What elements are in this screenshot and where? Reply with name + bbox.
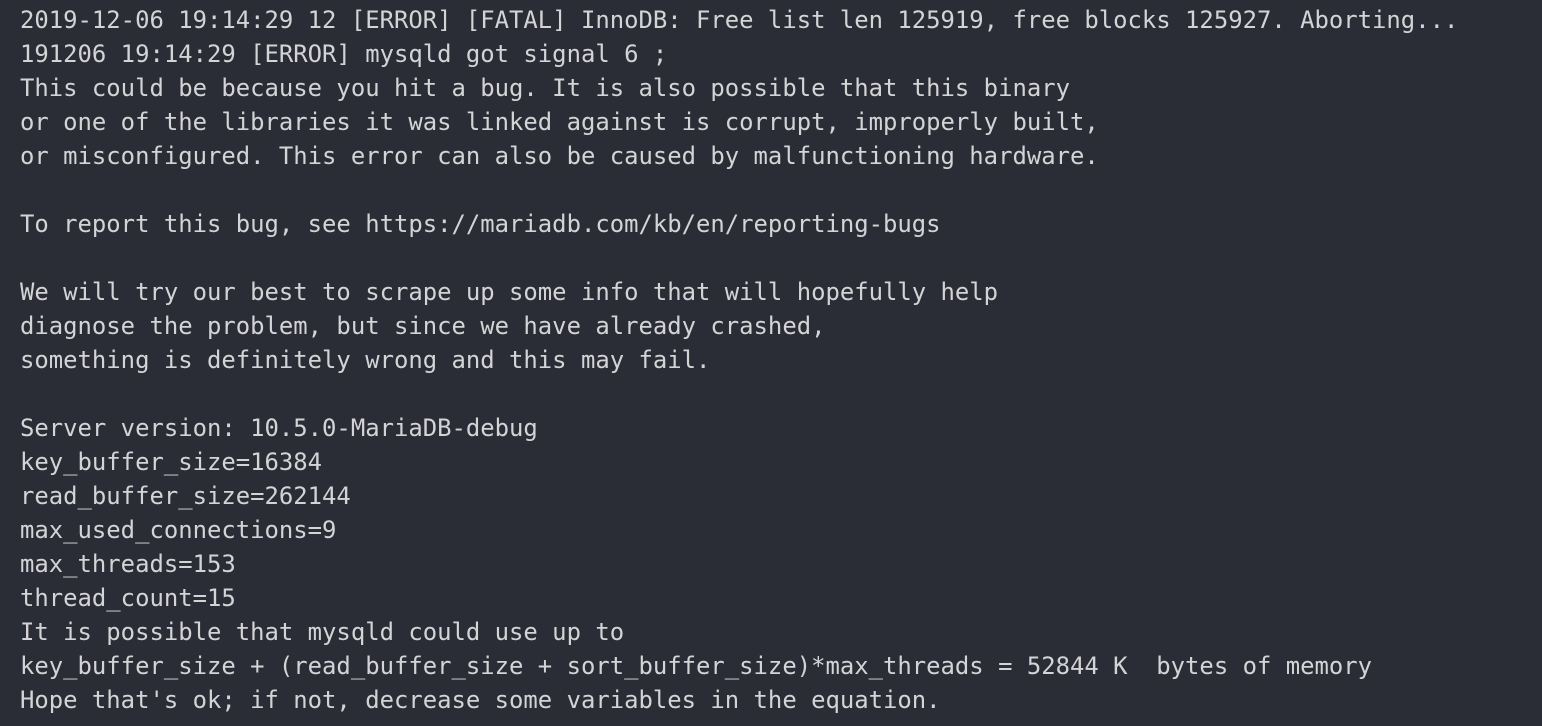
log-line-blank <box>20 241 1542 275</box>
log-line-scrape-info-2: diagnose the problem, but since we have … <box>20 312 826 340</box>
log-line-memory-notice: It is possible that mysqld could use up … <box>20 618 625 646</box>
log-line-server-version: Server version: 10.5.0-MariaDB-debug <box>20 414 538 442</box>
log-line-signal: 191206 19:14:29 [ERROR] mysqld got signa… <box>20 40 668 68</box>
log-output: 2019-12-06 19:14:29 12 [ERROR] [FATAL] I… <box>0 0 1542 726</box>
log-line-max-used-connections: max_used_connections=9 <box>20 516 337 544</box>
log-line-max-threads: max_threads=153 <box>20 550 236 578</box>
log-line-thread-count: thread_count=15 <box>20 584 236 612</box>
log-line-memory-advice: Hope that's ok; if not, decrease some va… <box>20 686 941 714</box>
log-line-blank <box>20 173 1542 207</box>
log-line-key-buffer-size: key_buffer_size=16384 <box>20 448 323 476</box>
log-line-read-buffer-size: read_buffer_size=262144 <box>20 482 351 510</box>
log-line-report-bug: To report this bug, see https://mariadb.… <box>20 210 941 238</box>
log-line-bug-notice-2: or one of the libraries it was linked ag… <box>20 108 1099 136</box>
log-line-bug-notice-1: This could be because you hit a bug. It … <box>20 74 1070 102</box>
log-line-memory-equation: key_buffer_size + (read_buffer_size + so… <box>20 652 1373 680</box>
log-line-scrape-info-3: something is definitely wrong and this m… <box>20 346 711 374</box>
log-line-scrape-info-1: We will try our best to scrape up some i… <box>20 278 999 306</box>
log-line-blank <box>20 377 1542 411</box>
log-line-bug-notice-3: or misconfigured. This error can also be… <box>20 142 1099 170</box>
log-line-fatal-innodb: 2019-12-06 19:14:29 12 [ERROR] [FATAL] I… <box>20 6 1459 34</box>
